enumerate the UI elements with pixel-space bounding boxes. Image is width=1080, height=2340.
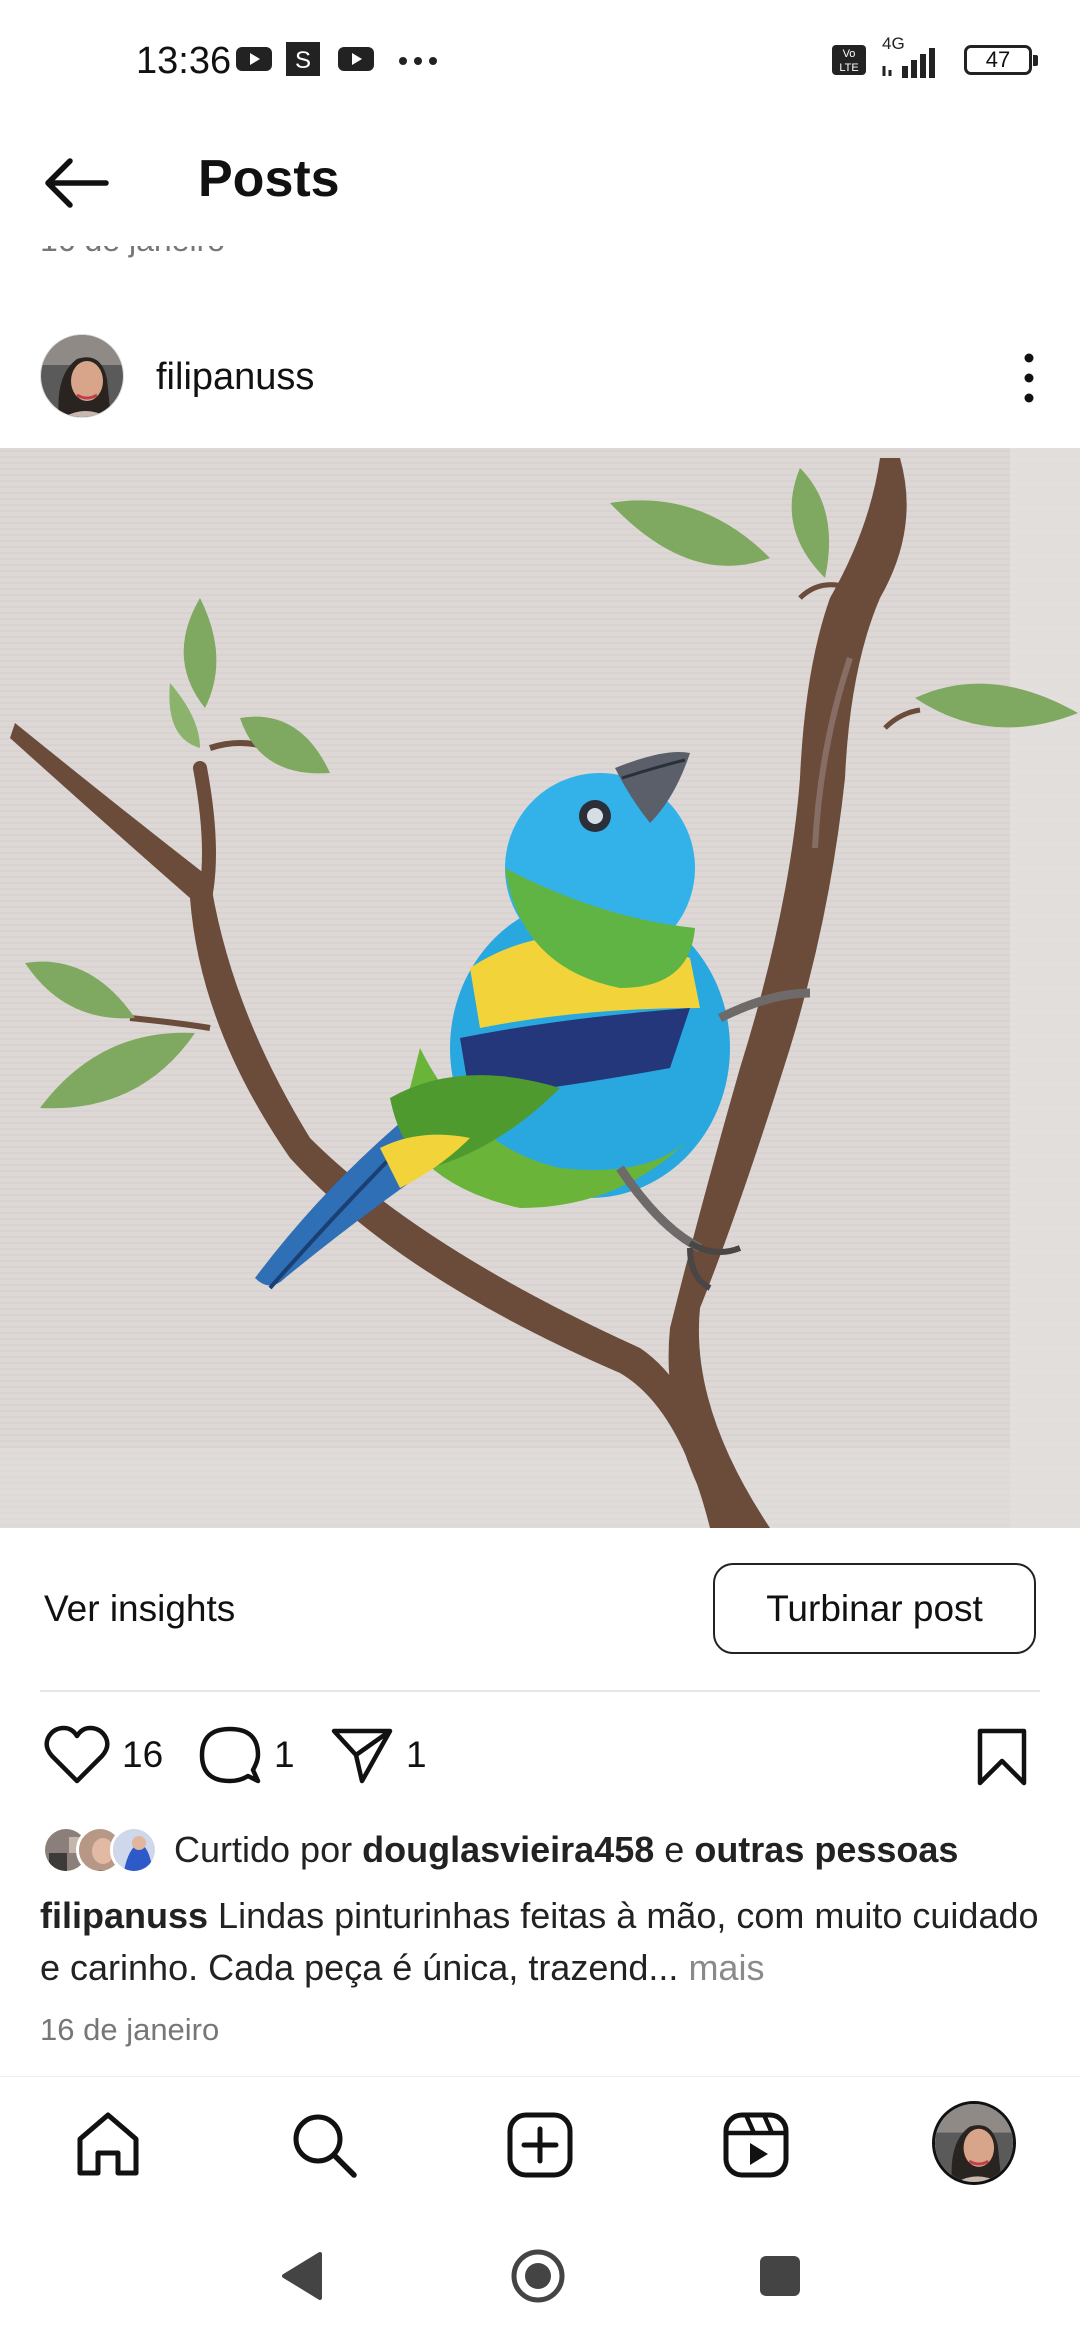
youtube-icon <box>338 47 374 71</box>
like-action[interactable]: 16 <box>44 1715 163 1795</box>
top-app-bar: Posts <box>0 125 1080 235</box>
bookmark-icon[interactable] <box>976 1727 1028 1787</box>
likes-count: 16 <box>122 1734 164 1775</box>
share-action[interactable]: 1 <box>330 1715 427 1795</box>
status-bar: 13:36 S Vo LTE 4G 47 <box>0 0 1080 125</box>
signal-icon: 4G <box>880 34 950 80</box>
liker-avatar <box>110 1826 158 1874</box>
shares-count: 1 <box>406 1734 427 1775</box>
caption-more-link[interactable]: mais <box>688 1947 764 1988</box>
status-time: 13:36 <box>136 40 232 82</box>
divider <box>40 1690 1040 1692</box>
header-edge <box>0 232 1080 246</box>
post-actions: 16 1 1 <box>0 1715 1080 1795</box>
svg-text:LTE: LTE <box>839 62 858 74</box>
home-icon[interactable] <box>68 2105 148 2185</box>
comment-action[interactable]: 1 <box>198 1715 295 1795</box>
post-photo[interactable] <box>0 448 1080 1528</box>
battery-level: 47 <box>985 47 1011 72</box>
liked-by[interactable]: Curtido por douglasvieira458 e outras pe… <box>42 1822 958 1878</box>
boost-post-button[interactable]: Turbinar post <box>713 1563 1036 1654</box>
reels-icon[interactable] <box>716 2105 796 2185</box>
arrow-left-icon[interactable] <box>40 147 112 219</box>
post-username[interactable]: filipanuss <box>156 356 314 399</box>
caption-username[interactable]: filipanuss <box>40 1895 208 1936</box>
bottom-nav <box>0 2076 1080 2212</box>
svg-text:S: S <box>295 47 311 74</box>
heart-icon[interactable] <box>44 1725 110 1785</box>
battery-icon: 47 <box>964 45 1038 75</box>
send-icon[interactable] <box>330 1725 394 1785</box>
back-triangle-icon[interactable] <box>272 2246 332 2306</box>
svg-text:Vo: Vo <box>843 48 856 60</box>
avatar[interactable] <box>40 334 124 418</box>
caption-ellipsis: ... <box>648 1947 679 1988</box>
vertical-dots-icon[interactable] <box>1004 338 1054 418</box>
more-dots-icon <box>399 57 437 65</box>
insights-link[interactable]: Ver insights <box>44 1588 235 1630</box>
comments-count: 1 <box>274 1734 295 1775</box>
youtube-icon <box>236 47 272 71</box>
post-header: filipanuss <box>0 320 1080 440</box>
post-date: 16 de janeiro <box>40 2012 220 2047</box>
post-caption[interactable]: filipanuss Lindas pinturinhas feitas à m… <box>40 1890 1040 1994</box>
status-right: Vo LTE 4G 47 <box>832 34 1038 80</box>
search-icon[interactable] <box>284 2105 364 2185</box>
painted-bird-image <box>0 448 1080 1528</box>
create-icon[interactable] <box>500 2105 580 2185</box>
profile-avatar[interactable] <box>932 2101 1016 2185</box>
volte-icon: Vo LTE <box>832 45 866 75</box>
page-title: Posts <box>198 150 340 208</box>
comment-icon[interactable] <box>198 1723 262 1787</box>
likes-summary: Curtido por douglasvieira458 e outras pe… <box>174 1829 959 1870</box>
system-nav <box>0 2212 1080 2340</box>
recents-square-icon[interactable] <box>750 2246 810 2306</box>
s-app-icon: S <box>286 42 320 76</box>
home-circle-icon[interactable] <box>508 2246 568 2306</box>
